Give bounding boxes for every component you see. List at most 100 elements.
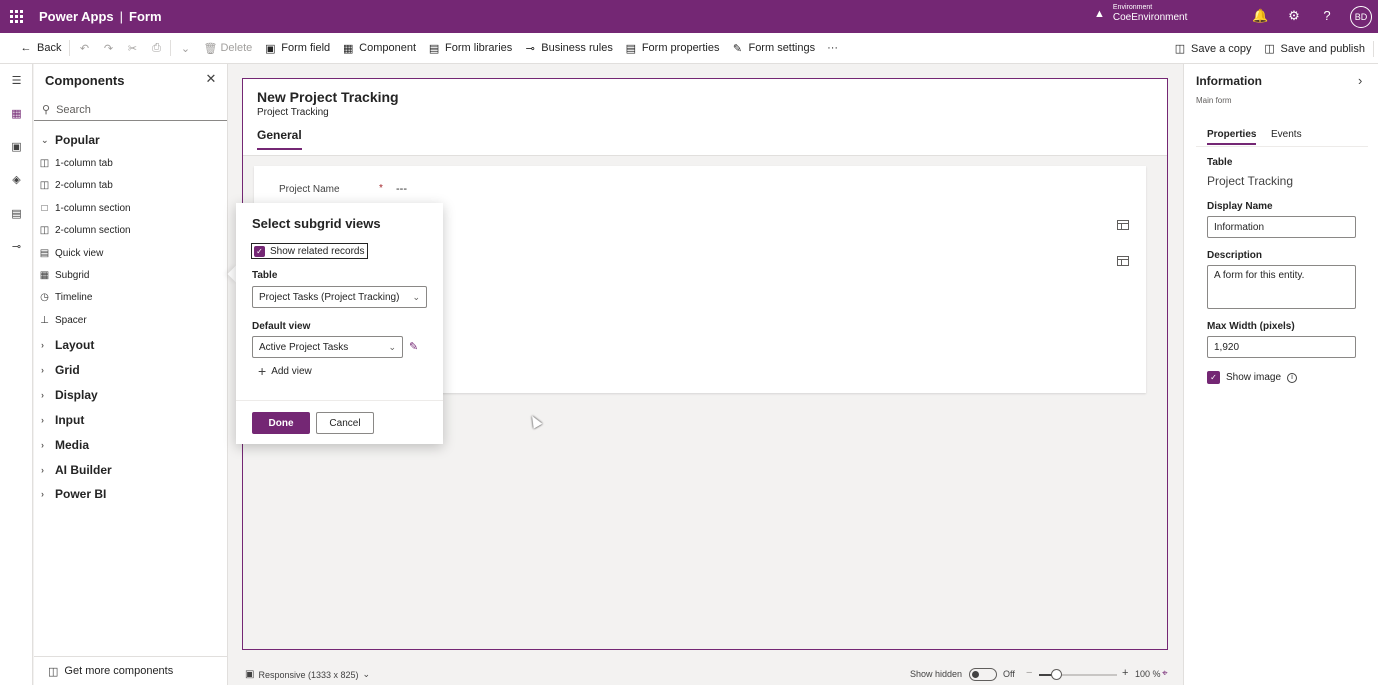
component-button[interactable]: ▦ Component xyxy=(336,33,422,64)
dialog-title: Select subgrid views xyxy=(252,216,381,231)
group-label: Popular xyxy=(55,133,100,147)
form-field-label: Form field xyxy=(281,42,331,54)
notifications-icon[interactable]: 🔔 xyxy=(1252,8,1268,24)
app-header: Power Apps | Form ▲ Environment CoeEnvir… xyxy=(0,0,1378,33)
more-commands-button[interactable]: ··· xyxy=(821,33,844,64)
show-related-records-checkbox[interactable]: ✓ Show related records xyxy=(251,243,368,259)
get-more-label: Get more components xyxy=(64,665,174,677)
add-view-button[interactable]: + Add view xyxy=(258,364,312,378)
tab-general[interactable]: General xyxy=(257,128,302,150)
group-label: Display xyxy=(55,388,98,402)
component-item-timeline[interactable]: ◷ Timeline xyxy=(39,292,92,303)
required-indicator: * xyxy=(379,183,383,194)
subgrid-table-icon[interactable] xyxy=(1117,220,1129,230)
paste-options-button[interactable]: ⌄ xyxy=(173,33,197,64)
hamburger-menu-icon[interactable]: ☰ xyxy=(8,73,25,90)
group-power-bi[interactable]: › Power BI xyxy=(41,487,106,501)
zoom-in-button[interactable]: + xyxy=(1122,667,1128,679)
form-libraries-label: Form libraries xyxy=(445,42,513,54)
max-width-label: Max Width (pixels) xyxy=(1207,321,1295,332)
group-input[interactable]: › Input xyxy=(41,413,84,427)
environment-picker[interactable]: ▲ Environment CoeEnvironment xyxy=(1094,4,1187,23)
zoom-slider-thumb[interactable] xyxy=(1051,669,1063,680)
plus-icon: + xyxy=(258,363,267,379)
search-input[interactable] xyxy=(56,103,217,116)
paste-icon: ⎙ xyxy=(152,41,161,54)
component-item-quick-view[interactable]: ▤ Quick view xyxy=(39,248,104,259)
component-item-1-column-section[interactable]: □ 1-column section xyxy=(39,203,130,214)
form-properties-button[interactable]: ▤ Form properties xyxy=(619,33,726,64)
back-label: Back xyxy=(37,42,62,54)
app-launcher-button[interactable] xyxy=(0,0,33,33)
component-item-2-column-tab[interactable]: ◫ 2-column tab xyxy=(39,180,113,191)
undo-button[interactable]: ↶ xyxy=(72,33,96,64)
app-title: Power Apps | Form xyxy=(39,9,162,24)
component-item-subgrid[interactable]: ▦ Subgrid xyxy=(39,270,90,281)
app-name[interactable]: Power Apps xyxy=(39,9,114,24)
back-button[interactable]: ← Back xyxy=(0,33,67,64)
cut-button[interactable]: ✂ xyxy=(120,33,144,64)
display-name-field[interactable] xyxy=(1207,216,1356,238)
save-publish-button[interactable]: ◫ Save and publish xyxy=(1258,33,1371,64)
form-settings-button[interactable]: ✎ Form settings xyxy=(725,33,821,64)
group-label: AI Builder xyxy=(55,463,112,477)
group-label: Layout xyxy=(55,338,95,352)
component-item-label: Spacer xyxy=(55,315,87,326)
left-nav-rail: ☰ ▦ ▣ ◈ ▤ ⊸ xyxy=(0,64,33,685)
show-hidden-toggle[interactable] xyxy=(969,668,997,681)
max-width-field[interactable] xyxy=(1207,336,1356,358)
info-icon[interactable]: i xyxy=(1287,372,1298,383)
group-label: Input xyxy=(55,413,85,427)
show-image-checkbox[interactable]: ✓ Show image i xyxy=(1207,371,1298,384)
get-more-components-button[interactable]: ◫ Get more components xyxy=(34,656,227,685)
component-item-2-column-section[interactable]: ◫ 2-column section xyxy=(39,225,131,236)
save-copy-button[interactable]: ◫ Save a copy xyxy=(1168,33,1258,64)
tab-events[interactable]: Events xyxy=(1271,129,1302,143)
fields-nav-icon[interactable]: ▣ xyxy=(8,139,25,156)
tab-properties[interactable]: Properties xyxy=(1207,129,1257,145)
group-grid[interactable]: › Grid xyxy=(41,363,80,377)
component-item-1-column-tab[interactable]: ◫ 1-column tab xyxy=(39,158,113,169)
settings-gear-icon[interactable]: ⚙ xyxy=(1286,8,1302,24)
tree-view-nav-icon[interactable]: ◈ xyxy=(8,172,25,189)
form-field-button[interactable]: ▣ Form field xyxy=(258,33,336,64)
help-icon[interactable]: ? xyxy=(1319,8,1335,24)
business-rules-nav-icon[interactable]: ⊸ xyxy=(8,239,25,256)
timeline-icon: ◷ xyxy=(40,292,49,303)
default-view-select[interactable]: Active Project Tasks ⌄ xyxy=(252,336,403,358)
delete-button[interactable]: 🗑 Delete xyxy=(197,33,258,64)
group-popular[interactable]: ⌄ Popular xyxy=(41,133,100,147)
user-avatar[interactable]: BD xyxy=(1350,6,1372,28)
zoom-level: 100 % xyxy=(1135,669,1161,679)
project-name-value[interactable]: --- xyxy=(396,183,407,195)
table-label: Table xyxy=(1207,157,1233,168)
redo-button[interactable]: ↷ xyxy=(96,33,120,64)
group-layout[interactable]: › Layout xyxy=(41,338,94,352)
zoom-slider[interactable] xyxy=(1039,669,1117,680)
subgrid-table-icon[interactable] xyxy=(1117,256,1129,266)
chevron-down-icon: ⌄ xyxy=(362,669,371,679)
form-libraries-button[interactable]: ▤ Form libraries xyxy=(422,33,518,64)
paste-button[interactable]: ⎙ xyxy=(144,33,168,64)
form-libraries-nav-icon[interactable]: ▤ xyxy=(8,206,25,223)
section-2col-icon: ◫ xyxy=(39,225,50,236)
table-select[interactable]: Project Tasks (Project Tracking) ⌄ xyxy=(252,286,427,308)
group-ai-builder[interactable]: › AI Builder xyxy=(41,463,112,477)
group-media[interactable]: › Media xyxy=(41,438,89,452)
fit-to-width-icon[interactable]: ⌖ xyxy=(1162,668,1168,679)
edit-pencil-icon[interactable]: ✎ xyxy=(409,340,418,353)
business-rules-label: Business rules xyxy=(541,42,613,54)
chevron-right-icon[interactable]: › xyxy=(1358,73,1362,88)
close-icon[interactable]: ✕ xyxy=(204,72,218,86)
group-display[interactable]: › Display xyxy=(41,388,98,402)
layout-size-picker[interactable]: ▣ Responsive (1333 x 825) ⌄ xyxy=(245,669,370,680)
cancel-button[interactable]: Cancel xyxy=(316,412,374,434)
done-button[interactable]: Done xyxy=(252,412,310,434)
zoom-out-button[interactable]: − xyxy=(1026,667,1032,679)
description-field[interactable]: A form for this entity. xyxy=(1207,265,1356,309)
business-rules-button[interactable]: ⊸ Business rules xyxy=(518,33,619,64)
components-nav-icon[interactable]: ▦ xyxy=(8,106,25,123)
component-item-spacer[interactable]: ⊥ Spacer xyxy=(39,315,87,326)
status-bar: ▣ Responsive (1333 x 825) ⌄ Show hidden … xyxy=(229,664,1183,685)
environment-name: CoeEnvironment xyxy=(1112,12,1188,23)
